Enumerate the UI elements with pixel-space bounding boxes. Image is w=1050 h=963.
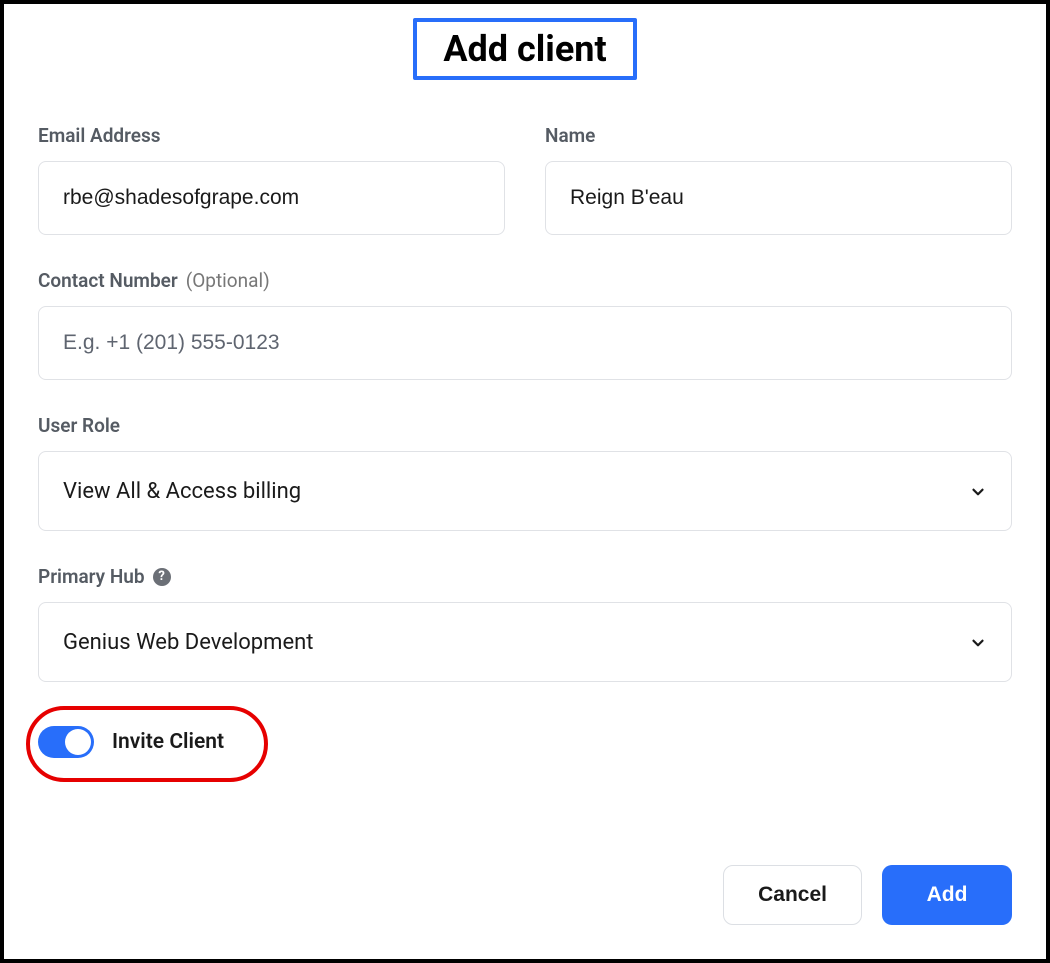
modal-title: Add client — [413, 18, 636, 80]
hub-select[interactable]: Genius Web Development — [38, 602, 1012, 682]
field-email: Email Address — [38, 124, 505, 235]
field-contact: Contact Number (Optional) — [38, 269, 1012, 380]
label-contact: Contact Number (Optional) — [38, 269, 1012, 292]
label-hub-text: Primary Hub — [38, 565, 145, 588]
label-role: User Role — [38, 414, 1012, 437]
field-hub: Primary Hub ? Genius Web Development — [38, 565, 1012, 682]
modal-footer: Cancel Add — [38, 825, 1012, 925]
role-select-value: View All & Access billing — [63, 479, 301, 504]
contact-input[interactable] — [38, 306, 1012, 380]
row-email-name: Email Address Name — [38, 124, 1012, 235]
field-name: Name — [545, 124, 1012, 235]
label-contact-text: Contact Number — [38, 269, 178, 292]
invite-client-row: Invite Client — [38, 726, 1012, 758]
hub-select-value: Genius Web Development — [63, 630, 313, 655]
invite-client-toggle[interactable] — [38, 726, 94, 758]
email-input[interactable] — [38, 161, 505, 235]
modal-header: Add client — [38, 4, 1012, 124]
add-client-modal: Add client Email Address Name Contact Nu… — [0, 0, 1050, 963]
chevron-down-icon — [969, 633, 987, 651]
help-icon[interactable]: ? — [153, 568, 171, 586]
invite-client-label: Invite Client — [112, 730, 224, 754]
chevron-down-icon — [969, 482, 987, 500]
label-email: Email Address — [38, 124, 505, 147]
label-name: Name — [545, 124, 1012, 147]
field-role: User Role View All & Access billing — [38, 414, 1012, 531]
form-body: Email Address Name Contact Number (Optio… — [38, 124, 1012, 825]
add-button[interactable]: Add — [882, 865, 1012, 925]
label-contact-optional: (Optional) — [186, 269, 270, 292]
role-select[interactable]: View All & Access billing — [38, 451, 1012, 531]
cancel-button[interactable]: Cancel — [723, 865, 862, 925]
toggle-knob — [65, 729, 91, 755]
label-hub: Primary Hub ? — [38, 565, 1012, 588]
name-input[interactable] — [545, 161, 1012, 235]
